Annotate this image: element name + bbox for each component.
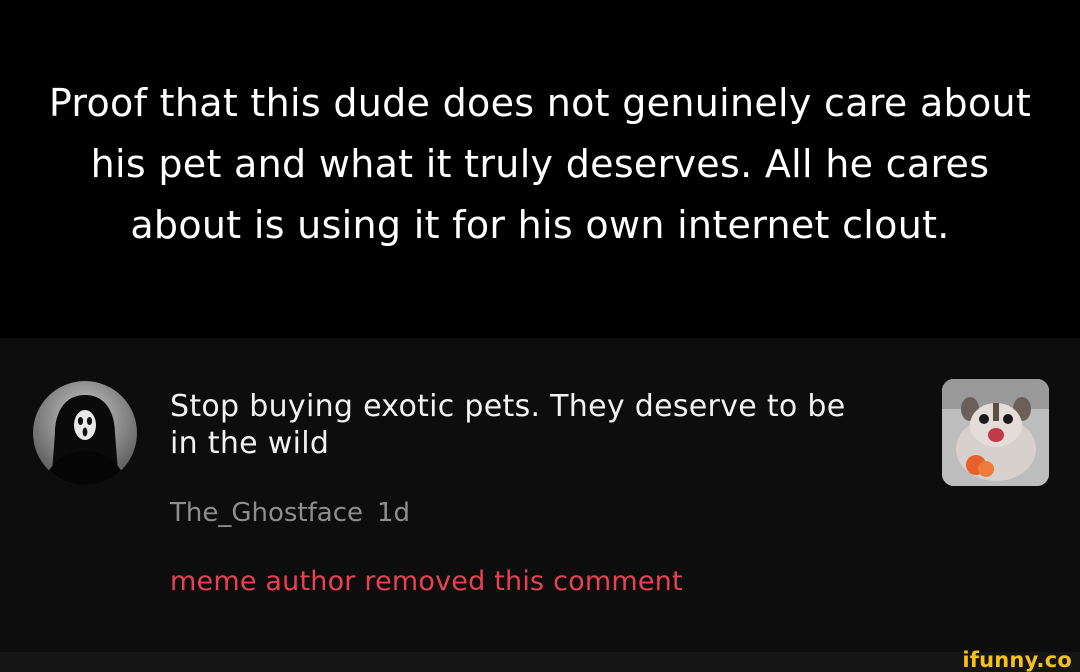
ghostface-avatar-icon[interactable] <box>33 381 137 485</box>
meme-caption: Proof that this dude does not genuinely … <box>0 0 1080 338</box>
footer-bar <box>0 652 1080 672</box>
ifunny-watermark: ifunny.co <box>962 648 1072 672</box>
removed-comment-note: meme author removed this comment <box>170 566 683 597</box>
caption-text: Proof that this dude does not genuinely … <box>48 80 1032 247</box>
comment-meta: The_Ghostface 1d <box>170 498 410 528</box>
sugar-glider-thumbnail[interactable] <box>942 379 1049 486</box>
comment-author[interactable]: The_Ghostface <box>170 498 363 528</box>
comment-text: Stop buying exotic pets. They deserve to… <box>170 389 846 461</box>
comment-timestamp: 1d <box>377 498 411 528</box>
comment-panel <box>0 338 1080 652</box>
